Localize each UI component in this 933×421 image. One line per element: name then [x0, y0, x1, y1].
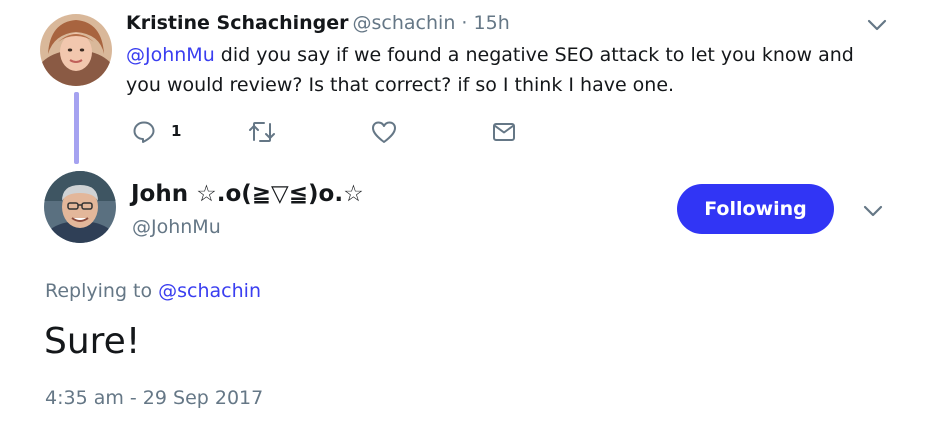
replying-to-line: Replying to @schachin: [45, 278, 261, 304]
chevron-down-icon[interactable]: [862, 202, 884, 220]
reply-button[interactable]: [131, 119, 157, 145]
main-tweet-timestamp[interactable]: 4:35 am - 29 Sep 2017: [45, 385, 263, 411]
heart-icon: [372, 121, 396, 143]
parent-author-name[interactable]: Kristine Schachinger: [126, 12, 349, 34]
parent-tweet-time[interactable]: 15h: [474, 12, 510, 34]
header-separator: ·: [461, 12, 468, 34]
following-button[interactable]: Following: [677, 184, 834, 234]
reply-count: 1: [171, 122, 182, 140]
retweet-button[interactable]: [247, 119, 277, 145]
retweet-icon: [249, 122, 275, 142]
parent-tweet-body: did you say if we found a negative SEO a…: [126, 44, 854, 96]
main-author-handle[interactable]: @JohnMu: [132, 215, 221, 239]
direct-message-button[interactable]: [491, 119, 517, 145]
parent-tweet-header: Kristine Schachinger @schachin · 15h: [126, 11, 510, 35]
parent-tweet-text: @JohnMu did you say if we found a negati…: [126, 40, 886, 100]
reply-icon: [133, 121, 155, 143]
replying-to-mention[interactable]: @schachin: [158, 280, 261, 302]
parent-author-handle[interactable]: @schachin: [353, 12, 456, 34]
parent-tweet-mention[interactable]: @JohnMu: [126, 44, 215, 66]
parent-author-avatar[interactable]: [40, 14, 112, 86]
main-tweet-text: Sure!: [44, 321, 141, 362]
like-button[interactable]: [370, 119, 398, 145]
thread-connector-line: [74, 92, 79, 164]
chevron-down-icon[interactable]: [866, 16, 888, 34]
envelope-icon: [493, 123, 515, 141]
main-author-avatar[interactable]: [44, 171, 116, 243]
main-author-name[interactable]: John ☆.o(≧▽≦)o.☆: [131, 179, 364, 209]
replying-to-prefix: Replying to: [45, 280, 159, 302]
